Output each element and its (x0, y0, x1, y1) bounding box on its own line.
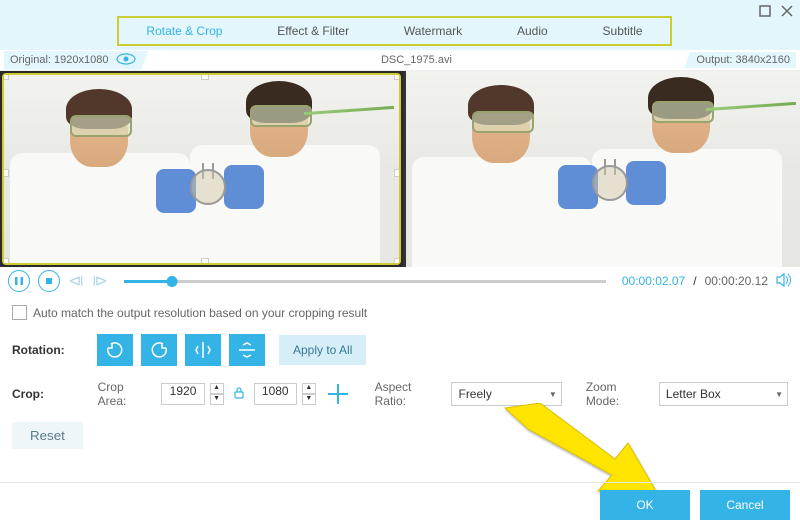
crop-label: Crop: (12, 387, 92, 401)
aspect-ratio-select[interactable]: Freely (451, 382, 561, 406)
height-down[interactable]: ▼ (302, 394, 316, 405)
apply-to-all-button[interactable]: Apply to All (279, 335, 366, 365)
original-size-label: Original: 1920x1080 (10, 54, 108, 66)
header-bar: Rotate & Crop Effect & Filter Watermark … (0, 0, 800, 50)
center-crop-button[interactable] (328, 384, 347, 404)
close-button[interactable] (780, 4, 794, 18)
original-video-panel[interactable] (2, 73, 401, 265)
tab-watermark[interactable]: Watermark (404, 24, 462, 38)
tab-bar: Rotate & Crop Effect & Filter Watermark … (117, 16, 672, 46)
next-frame-button[interactable]: ⧐ (92, 271, 108, 291)
crop-area-label: Crop Area: (98, 380, 152, 408)
info-bar: Original: 1920x1080 DSC_1975.avi Output:… (0, 50, 800, 71)
footer-bar: OK Cancel (0, 482, 800, 527)
playback-controls: ⧏ ⧐ 00:00:02.07 / 00:00:20.12 (0, 267, 800, 295)
lock-aspect-icon[interactable] (234, 387, 244, 402)
tab-effect-filter[interactable]: Effect & Filter (277, 24, 349, 38)
reset-button[interactable]: Reset (12, 422, 83, 449)
output-video-panel (406, 71, 800, 267)
rotate-left-button[interactable] (97, 334, 133, 366)
time-current: 00:00:02.07 (622, 274, 685, 288)
time-total: 00:00:20.12 (705, 274, 768, 288)
output-size-label: Output: 3840x2160 (696, 54, 790, 66)
pause-button[interactable] (8, 270, 30, 292)
stop-button[interactable] (38, 270, 60, 292)
ok-button[interactable]: OK (600, 490, 690, 520)
flip-vertical-button[interactable] (229, 334, 265, 366)
height-up[interactable]: ▲ (302, 383, 316, 394)
rotation-label: Rotation: (12, 343, 97, 357)
minimize-button[interactable] (758, 4, 772, 18)
tab-rotate-crop[interactable]: Rotate & Crop (146, 24, 222, 38)
progress-bar[interactable] (124, 280, 606, 283)
volume-icon[interactable] (776, 273, 792, 290)
zoom-mode-select[interactable]: Letter Box (659, 382, 788, 406)
crop-width-input[interactable]: 1920 (161, 383, 204, 405)
rotate-right-button[interactable] (141, 334, 177, 366)
filename-label: DSC_1975.avi (381, 54, 452, 66)
zoom-mode-label: Zoom Mode: (586, 380, 649, 408)
crop-height-input[interactable]: 1080 (254, 383, 297, 405)
cancel-button[interactable]: Cancel (700, 490, 790, 520)
prev-frame-button[interactable]: ⧏ (68, 271, 84, 291)
flip-horizontal-button[interactable] (185, 334, 221, 366)
tab-audio[interactable]: Audio (517, 24, 548, 38)
tab-subtitle[interactable]: Subtitle (603, 24, 643, 38)
aspect-ratio-label: Aspect Ratio: (375, 380, 442, 408)
preview-toggle-icon[interactable] (116, 53, 136, 68)
auto-match-checkbox[interactable] (12, 305, 27, 320)
width-up[interactable]: ▲ (210, 383, 224, 394)
auto-match-label: Auto match the output resolution based o… (33, 306, 367, 320)
video-preview-area (0, 71, 800, 267)
time-sep: / (693, 274, 696, 288)
width-down[interactable]: ▼ (210, 394, 224, 405)
